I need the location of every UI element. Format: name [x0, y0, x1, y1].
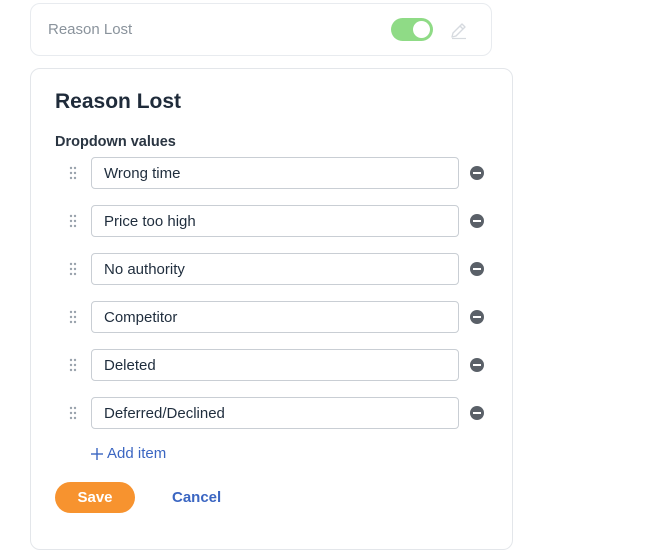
- field-summary-card: Reason Lost: [30, 3, 492, 56]
- minus-circle-icon[interactable]: [469, 213, 485, 229]
- pencil-icon[interactable]: [449, 20, 469, 40]
- drag-handle-icon[interactable]: [68, 310, 78, 324]
- add-item-label: Add item: [107, 445, 167, 462]
- minus-circle-icon[interactable]: [469, 405, 485, 421]
- field-name-label: Reason Lost: [48, 21, 133, 38]
- minus-circle-icon[interactable]: [469, 261, 485, 277]
- dropdown-value-input[interactable]: [91, 253, 459, 285]
- plus-icon: [91, 447, 103, 460]
- toggle-knob: [413, 21, 430, 38]
- drag-handle-icon[interactable]: [68, 214, 78, 228]
- dropdown-value-row: [31, 157, 512, 189]
- drag-handle-icon[interactable]: [68, 406, 78, 420]
- editor-title: Reason Lost: [55, 90, 182, 113]
- dropdown-value-input[interactable]: [91, 349, 459, 381]
- dropdown-value-row: [31, 253, 512, 285]
- drag-handle-icon[interactable]: [68, 262, 78, 276]
- cancel-button[interactable]: Cancel: [172, 489, 221, 506]
- dropdown-value-row: [31, 205, 512, 237]
- dropdown-value-row: [31, 397, 512, 429]
- dropdown-value-input[interactable]: [91, 397, 459, 429]
- field-enabled-toggle[interactable]: [391, 18, 433, 41]
- dropdown-value-row: [31, 349, 512, 381]
- dropdown-value-input[interactable]: [91, 301, 459, 333]
- dropdown-value-input[interactable]: [91, 205, 459, 237]
- dropdown-value-input[interactable]: [91, 157, 459, 189]
- save-button[interactable]: Save: [55, 482, 135, 513]
- dropdown-value-row: [31, 301, 512, 333]
- dropdown-editor-card: Reason Lost Dropdown values Wrong time P…: [30, 68, 513, 550]
- drag-handle-icon[interactable]: [68, 166, 78, 180]
- dropdown-values-label: Dropdown values: [55, 134, 176, 150]
- add-item-button[interactable]: Add item: [91, 445, 166, 462]
- minus-circle-icon[interactable]: [469, 357, 485, 373]
- minus-circle-icon[interactable]: [469, 165, 485, 181]
- minus-circle-icon[interactable]: [469, 309, 485, 325]
- drag-handle-icon[interactable]: [68, 358, 78, 372]
